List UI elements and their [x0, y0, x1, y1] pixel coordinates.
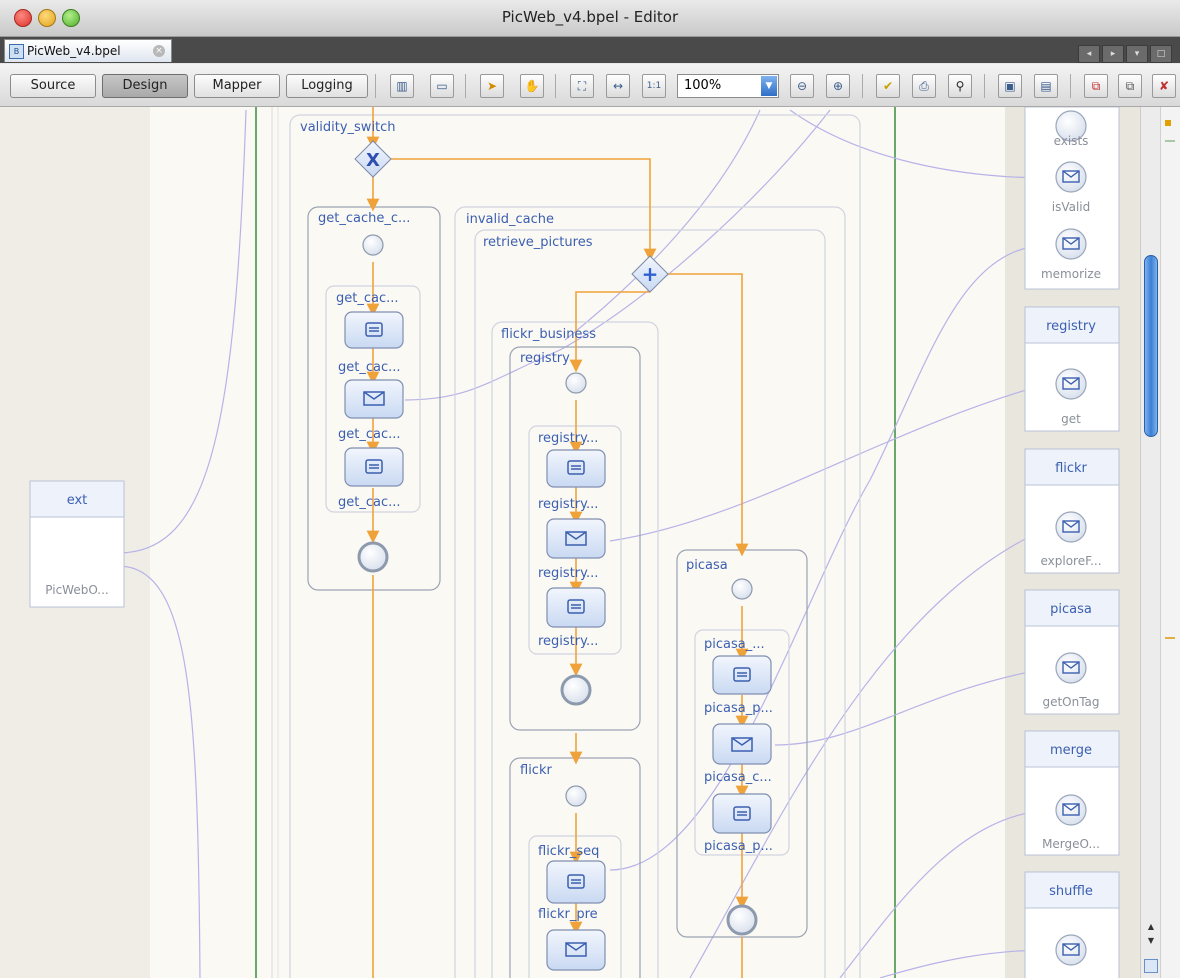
- assign-activity: [546, 860, 606, 904]
- close-tab-icon[interactable]: ×: [153, 45, 165, 57]
- assign-activity: [712, 655, 772, 695]
- flickr-seq-label: flickr_seq: [538, 844, 599, 859]
- svg-text:X: X: [366, 150, 380, 171]
- vertical-scrollbar[interactable]: ▲ ▼: [1140, 107, 1161, 978]
- registry-act1-label: registry...: [538, 497, 598, 512]
- get-cache-act3-label: get_cac...: [338, 495, 401, 510]
- design-view-button[interactable]: Design: [102, 74, 188, 98]
- source-view-button[interactable]: Source: [10, 74, 96, 98]
- registry-header: registry: [1046, 319, 1096, 334]
- getontag-op-label: getOnTag: [1042, 695, 1099, 709]
- title-bar: PicWeb_v4.bpel - Editor: [0, 0, 1180, 37]
- invalid-cache-label: invalid_cache: [466, 212, 554, 227]
- picasa-act1-label: picasa_p...: [704, 701, 773, 716]
- select-tool-icon[interactable]: ➤: [480, 74, 504, 98]
- editor-window-controls: ◂ ▸ ▾ □: [1076, 41, 1172, 63]
- flickr-label: flickr: [520, 763, 552, 778]
- picasa-act2-label: picasa_c...: [704, 770, 772, 785]
- get-op-label: get: [1061, 412, 1081, 426]
- tab-label: PicWeb_v4.bpel: [27, 44, 121, 58]
- assign-activity: [712, 793, 772, 834]
- start-event: [362, 234, 384, 256]
- assign-activity: [344, 311, 404, 349]
- actual-size-icon[interactable]: 1:1: [642, 74, 666, 98]
- explore-op-label: exploreF...: [1040, 554, 1101, 568]
- scrollbar-thumb[interactable]: [1144, 255, 1158, 437]
- svg-text:+: +: [642, 262, 659, 286]
- hand-tool-icon[interactable]: ✋: [520, 74, 544, 98]
- merge-op-label: MergeO...: [1042, 837, 1100, 851]
- picasa-label: picasa: [686, 558, 728, 573]
- retrieve-pictures-label: retrieve_pictures: [483, 235, 593, 250]
- palette-icon[interactable]: ▥: [390, 74, 414, 98]
- memorize-op-label: memorize: [1041, 267, 1101, 281]
- ext-header: ext: [67, 493, 88, 508]
- end-event: [560, 674, 592, 706]
- flickr-header: flickr: [1055, 461, 1087, 476]
- maximize-editor-icon[interactable]: □: [1150, 45, 1172, 63]
- tab-scroll-right-icon[interactable]: ▸: [1102, 45, 1124, 63]
- get-cache-label: get_cache_c...: [318, 211, 410, 226]
- window-title: PicWeb_v4.bpel - Editor: [501, 8, 679, 26]
- get-cache-act2-label: get_cac...: [338, 427, 401, 442]
- registry-act3-label: registry...: [538, 634, 598, 649]
- get-cache-act1-label: get_cac...: [338, 360, 401, 375]
- validate-icon[interactable]: ✔: [876, 74, 900, 98]
- scroll-up-icon[interactable]: ▲: [1144, 922, 1158, 934]
- fit-diagram-icon[interactable]: ⛶: [570, 74, 594, 98]
- zoom-select[interactable]: 100% ▼: [677, 74, 779, 98]
- picasa-act3-label: picasa_p...: [704, 839, 773, 854]
- zoom-value: 100%: [684, 78, 722, 93]
- start-event: [731, 578, 753, 600]
- zoom-in-icon[interactable]: ⊕: [826, 74, 850, 98]
- editor-toolbar: Source Design Mapper Logging ▥ ▭ ➤ ✋ ⛶ ↔…: [0, 64, 1180, 107]
- scroll-down-icon[interactable]: ▼: [1144, 936, 1158, 948]
- picasa-header: picasa: [1050, 602, 1092, 617]
- registry-seq-label: registry...: [538, 431, 598, 446]
- advanced-tool-icon-2[interactable]: ⧉: [1118, 74, 1142, 98]
- start-event: [565, 785, 587, 807]
- shuffle-header: shuffle: [1049, 884, 1093, 899]
- advanced-tool-icon-3[interactable]: ✘: [1152, 74, 1176, 98]
- end-event: [726, 904, 758, 936]
- editor-tab-bar: B PicWeb_v4.bpel × ◂ ▸ ▾ □: [0, 37, 1180, 63]
- marker[interactable]: [1165, 140, 1175, 142]
- bpel-diagram: X + validity_switch get_cache_c... get_c…: [0, 107, 1140, 978]
- validity-switch-label: validity_switch: [300, 120, 396, 135]
- start-event: [565, 372, 587, 394]
- bpel-file-icon: B: [9, 44, 24, 59]
- tab-scroll-left-icon[interactable]: ◂: [1078, 45, 1100, 63]
- picasa-seq-label: picasa_...: [704, 637, 765, 652]
- logging-view-button[interactable]: Logging: [286, 74, 368, 98]
- chevron-down-icon[interactable]: ▼: [761, 76, 777, 96]
- isvalid-op-label: isValid: [1052, 200, 1091, 214]
- invoke-activity: [712, 723, 772, 765]
- exists-op-label: exists: [1054, 134, 1089, 148]
- ext-op-label: PicWebO...: [45, 583, 108, 597]
- advanced-tool-icon-1[interactable]: ⧉: [1084, 74, 1108, 98]
- flickr-business-label: flickr_business: [501, 327, 596, 342]
- expand-icon[interactable]: ▭: [430, 74, 454, 98]
- end-event: [357, 541, 389, 573]
- merge-header: merge: [1050, 743, 1092, 758]
- warning-marker[interactable]: [1165, 120, 1171, 126]
- flickr-pre-label: flickr_pre: [538, 907, 598, 922]
- mapper-view-button[interactable]: Mapper: [194, 74, 280, 98]
- registry-act2-label: registry...: [538, 566, 598, 581]
- fit-width-icon[interactable]: ↔: [606, 74, 630, 98]
- export-doc-icon[interactable]: ▤: [1034, 74, 1058, 98]
- registry-label: registry: [520, 351, 570, 366]
- overview-icon[interactable]: [1144, 959, 1158, 973]
- get-cache-seq-label: get_cac...: [336, 291, 399, 306]
- find-icon[interactable]: ⚲: [948, 74, 972, 98]
- tab-list-icon[interactable]: ▾: [1126, 45, 1148, 63]
- marker-gutter: [1160, 107, 1180, 978]
- zoom-out-icon[interactable]: ⊖: [790, 74, 814, 98]
- export-image-icon[interactable]: ▣: [998, 74, 1022, 98]
- tab-picweb-bpel[interactable]: B PicWeb_v4.bpel ×: [4, 39, 172, 62]
- design-canvas[interactable]: X + validity_switch get_cache_c... get_c…: [0, 107, 1160, 978]
- marker[interactable]: [1165, 637, 1175, 639]
- print-icon[interactable]: ⎙: [912, 74, 936, 98]
- assign-activity: [344, 447, 404, 487]
